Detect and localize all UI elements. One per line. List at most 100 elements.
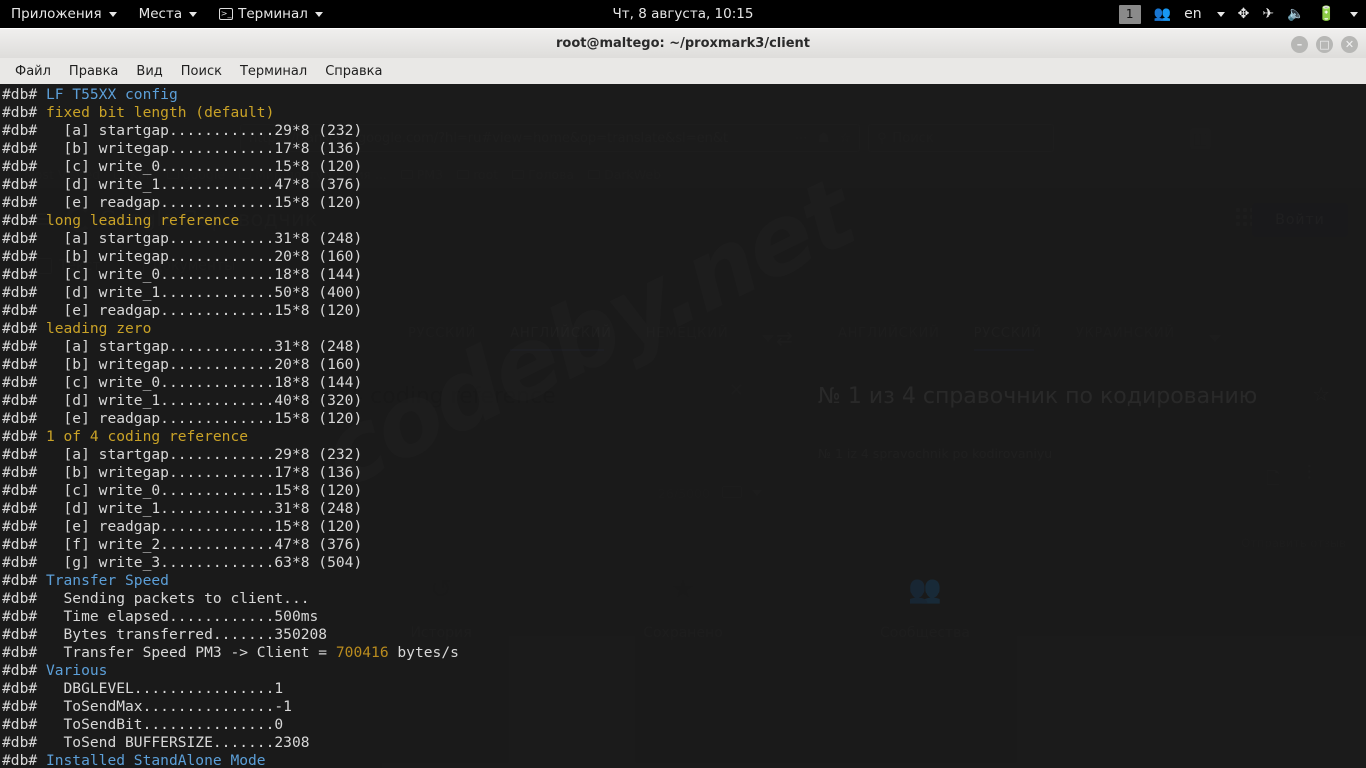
terminal-line: #db# Time elapsed............500ms [2, 608, 1366, 626]
terminal-line-prefix: #db# [2, 212, 46, 229]
terminal-line-prefix: #db# [2, 104, 46, 121]
terminal-line-prefix: #db# [2, 302, 46, 319]
terminal-line: #db# [f] write_2.............47*8 (376) [2, 536, 1366, 554]
terminal-line-suffix: bytes/s [388, 644, 459, 661]
terminal-line: #db# [c] write_0.............18*8 (144) [2, 374, 1366, 392]
terminal-line-text: [e] readgap.............15*8 (120) [45, 410, 363, 427]
terminal-line-text: Sending packets to client... [45, 590, 310, 607]
terminal-line: #db# [a] startgap............31*8 (248) [2, 230, 1366, 248]
terminal-line-prefix: #db# [2, 608, 46, 625]
terminal-line-text: [e] readgap.............15*8 (120) [45, 302, 363, 319]
terminal-line-prefix: #db# [2, 158, 46, 175]
terminal-line-prefix: #db# [2, 644, 46, 661]
terminal-line-text: [d] write_1.............50*8 (400) [45, 284, 363, 301]
terminal-line-prefix: #db# [2, 356, 46, 373]
terminal-line: #db# [a] startgap............31*8 (248) [2, 338, 1366, 356]
window-controls: – □ ✕ [1291, 29, 1358, 59]
terminal-line: #db# ToSend BUFFERSIZE.......2308 [2, 734, 1366, 752]
terminal-line: #db# [e] readgap.............15*8 (120) [2, 302, 1366, 320]
terminal-line-prefix: #db# [2, 698, 46, 715]
menu-edit[interactable]: Правка [60, 64, 127, 79]
menu-terminal[interactable]: Терминал [231, 64, 316, 79]
terminal-line: #db# [c] write_0.............18*8 (144) [2, 266, 1366, 284]
menu-view[interactable]: Вид [127, 64, 171, 79]
terminal-line-text: DBGLEVEL................1 [45, 680, 284, 697]
terminal-line: #db# ToSendBit...............0 [2, 716, 1366, 734]
terminal-line-prefix: #db# [2, 248, 46, 265]
terminal-line-heading: LF T55XX config [45, 86, 178, 103]
terminal-line-prefix: #db# [2, 320, 46, 337]
terminal-line: #db# [b] writegap............17*8 (136) [2, 464, 1366, 482]
terminal-line-text: [a] startgap............29*8 (232) [45, 122, 363, 139]
terminal-line: #db# fixed bit length (default) [2, 104, 1366, 122]
terminal-line: #db# [e] readgap.............15*8 (120) [2, 194, 1366, 212]
close-button[interactable]: ✕ [1341, 35, 1358, 53]
terminal-line-text: [c] write_0.............18*8 (144) [45, 266, 363, 283]
terminal-line-prefix: #db# [2, 734, 46, 751]
terminal-output[interactable]: #db# LF T55XX config #db# fixed bit lengt… [0, 84, 1366, 768]
terminal-window: root@maltego: ~/proxmark3/client – □ ✕ Ф… [0, 28, 1366, 768]
minimize-button[interactable]: – [1291, 35, 1308, 53]
terminal-line-text: [b] writegap............20*8 (160) [45, 248, 363, 265]
terminal-line: #db# [d] write_1.............40*8 (320) [2, 392, 1366, 410]
terminal-menubar: Файл Правка Вид Поиск Терминал Справка [0, 58, 1366, 84]
terminal-line-text: Transfer Speed PM3 -> Client = [45, 644, 336, 661]
terminal-line-prefix: #db# [2, 122, 46, 139]
desktop-screen: https://translate.google.com/?hl=ru#view… [0, 0, 1366, 768]
terminal-line: #db# Bytes transferred.......350208 [2, 626, 1366, 644]
terminal-line-prefix: #db# [2, 140, 46, 157]
terminal-line-text: ToSendBit...............0 [45, 716, 284, 733]
terminal-line: #db# long leading reference [2, 212, 1366, 230]
terminal-line-prefix: #db# [2, 176, 46, 193]
terminal-line-text: [c] write_0.............15*8 (120) [45, 158, 363, 175]
terminal-line-prefix: #db# [2, 590, 46, 607]
terminal-line-prefix: #db# [2, 536, 46, 553]
terminal-line: #db# [e] readgap.............15*8 (120) [2, 518, 1366, 536]
terminal-line: #db# [d] write_1.............50*8 (400) [2, 284, 1366, 302]
terminal-line-text: [a] startgap............31*8 (248) [45, 230, 363, 247]
terminal-line-prefix: #db# [2, 464, 46, 481]
terminal-line: #db# DBGLEVEL................1 [2, 680, 1366, 698]
menu-file[interactable]: Файл [6, 64, 60, 79]
terminal-line-prefix: #db# [2, 716, 46, 733]
terminal-line: #db# 1 of 4 coding reference [2, 428, 1366, 446]
terminal-title: root@maltego: ~/proxmark3/client [555, 36, 810, 51]
terminal-line-text: [d] write_1.............31*8 (248) [45, 500, 363, 517]
terminal-line-text: [c] write_0.............18*8 (144) [45, 374, 363, 391]
terminal-line-prefix: #db# [2, 554, 46, 571]
maximize-button[interactable]: □ [1316, 35, 1333, 53]
terminal-line: #db# [b] writegap............20*8 (160) [2, 248, 1366, 266]
terminal-line-heading: fixed bit length (default) [45, 104, 275, 121]
terminal-line: #db# [c] write_0.............15*8 (120) [2, 158, 1366, 176]
terminal-line: #db# ToSendMax...............-1 [2, 698, 1366, 716]
terminal-line-value: 700416 [335, 644, 389, 661]
terminal-line-prefix: #db# [2, 518, 46, 535]
terminal-line-prefix: #db# [2, 572, 46, 589]
terminal-line-text: ToSend BUFFERSIZE.......2308 [45, 734, 310, 751]
terminal-line: #db# LF T55XX config [2, 86, 1366, 104]
terminal-line-text: [b] writegap............20*8 (160) [45, 356, 363, 373]
terminal-line: #db# [a] startgap............29*8 (232) [2, 446, 1366, 464]
terminal-line-heading: Various [45, 662, 108, 679]
clock[interactable]: Чт, 8 августа, 10:15 [0, 6, 1366, 22]
terminal-line-text: Bytes transferred.......350208 [45, 626, 328, 643]
terminal-line-prefix: #db# [2, 338, 46, 355]
terminal-line-prefix: #db# [2, 680, 46, 697]
terminal-line-text: [a] startgap............29*8 (232) [45, 446, 363, 463]
terminal-line: #db# Sending packets to client... [2, 590, 1366, 608]
terminal-line-text: ToSendMax...............-1 [45, 698, 292, 715]
terminal-titlebar[interactable]: root@maltego: ~/proxmark3/client – □ ✕ [0, 28, 1366, 58]
menu-search[interactable]: Поиск [172, 64, 231, 79]
terminal-line-prefix: #db# [2, 410, 46, 427]
terminal-line-prefix: #db# [2, 284, 46, 301]
terminal-line-prefix: #db# [2, 392, 46, 409]
terminal-line-prefix: #db# [2, 446, 46, 463]
terminal-line-prefix: #db# [2, 374, 46, 391]
terminal-line: #db# [b] writegap............17*8 (136) [2, 140, 1366, 158]
terminal-line: #db# Installed StandAlone Mode [2, 752, 1366, 768]
terminal-line-text: [a] startgap............31*8 (248) [45, 338, 363, 355]
terminal-line-prefix: #db# [2, 482, 46, 499]
terminal-line-text: [f] write_2.............47*8 (376) [45, 536, 363, 553]
menu-help[interactable]: Справка [316, 64, 391, 79]
terminal-line: #db# [c] write_0.............15*8 (120) [2, 482, 1366, 500]
